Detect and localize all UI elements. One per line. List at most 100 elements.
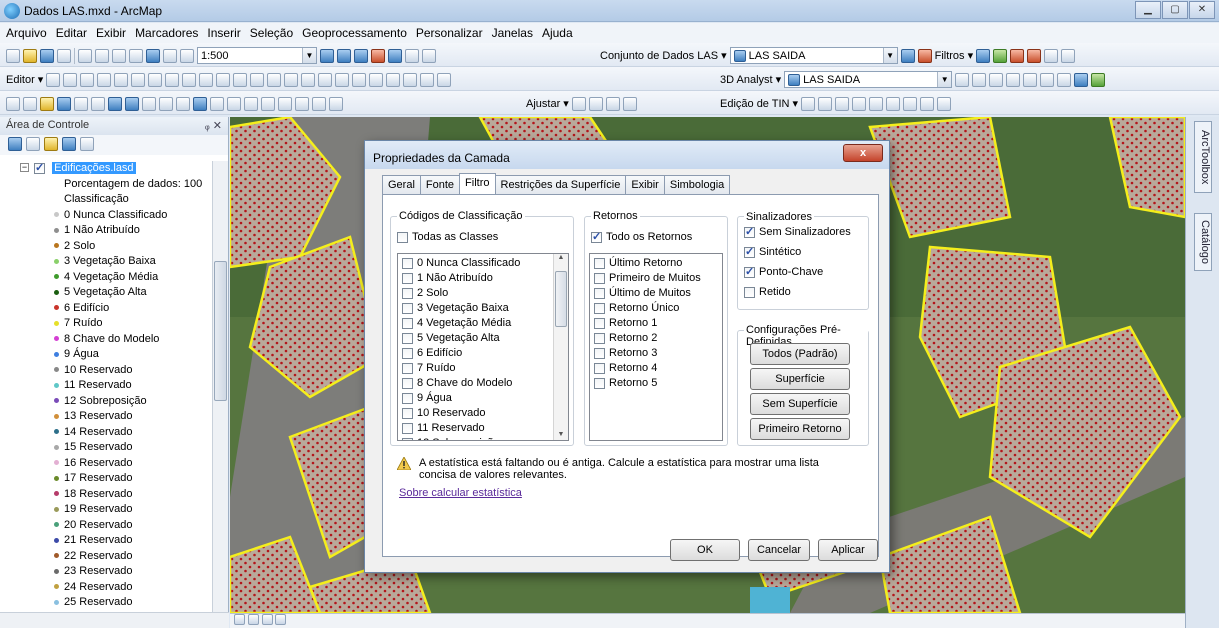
interpolate-line-icon[interactable]: [1023, 72, 1038, 87]
filter-option[interactable]: 1 Não Atribuído: [402, 272, 568, 287]
arcglobe-icon[interactable]: [1091, 72, 1106, 87]
sketch-properties-icon[interactable]: [250, 72, 265, 87]
scroll-down-icon[interactable]: ▼: [554, 431, 568, 438]
class-color-swatch[interactable]: [54, 382, 59, 388]
print-icon[interactable]: [57, 48, 71, 63]
class-color-swatch[interactable]: [54, 506, 59, 512]
filter-option[interactable]: 3 Vegetação Baixa: [402, 302, 568, 317]
flag-option[interactable]: Retido: [744, 286, 851, 306]
delete-edge-icon[interactable]: [920, 96, 935, 111]
modify-node-icon[interactable]: [903, 96, 918, 111]
classification-item[interactable]: 0 Nunca Classificado: [0, 208, 212, 224]
filter-checkbox[interactable]: [402, 272, 413, 284]
classification-item[interactable]: 25 Reservado: [0, 595, 212, 611]
flag-checkbox[interactable]: [744, 286, 755, 298]
list-by-drawing-order-icon[interactable]: [8, 137, 22, 151]
copy-icon[interactable]: [95, 48, 109, 63]
extend-icon[interactable]: [335, 72, 350, 87]
3d-analyst-combo[interactable]: LAS SAIDA ▼: [784, 71, 953, 88]
filter-option[interactable]: Retorno 1: [594, 317, 722, 332]
trace-icon[interactable]: [114, 72, 129, 87]
3d-analyst-dropdown[interactable]: 3D Analyst ▾: [720, 73, 781, 86]
interpolate-polygon-icon[interactable]: [1040, 72, 1055, 87]
classification-item[interactable]: 11 Reservado: [0, 378, 212, 394]
steepest-path-icon[interactable]: [972, 72, 987, 87]
class-color-swatch[interactable]: [54, 227, 59, 233]
toc-icon[interactable]: [337, 48, 351, 63]
tab-filtro[interactable]: Filtro: [459, 173, 496, 194]
flag-option[interactable]: Sintético: [744, 245, 851, 266]
undo-icon[interactable]: [146, 48, 160, 63]
add-data-icon[interactable]: [180, 48, 194, 63]
classification-item[interactable]: 24 Reservado: [0, 580, 212, 596]
filter-option[interactable]: 11 Reservado: [402, 422, 568, 437]
search-window-icon[interactable]: [371, 48, 385, 63]
save-icon[interactable]: [40, 48, 54, 63]
arctoolbox-tab[interactable]: ArcToolbox: [1194, 121, 1212, 193]
dropdown-arrow-icon[interactable]: ▼: [937, 72, 952, 87]
filter-checkbox[interactable]: [594, 272, 605, 284]
filter-option[interactable]: 7 Ruído: [402, 362, 568, 377]
class-color-swatch[interactable]: [54, 367, 59, 373]
edit-tool-icon[interactable]: [46, 72, 61, 87]
classification-item[interactable]: 18 Reservado: [0, 487, 212, 503]
table-icon[interactable]: [386, 72, 401, 87]
python-icon[interactable]: [405, 48, 419, 63]
list-by-visibility-icon[interactable]: [44, 137, 58, 151]
adjust-dropdown[interactable]: Ajustar ▾: [526, 97, 569, 110]
menu-inserir[interactable]: Inserir: [207, 26, 240, 40]
filter-checkbox[interactable]: [594, 362, 605, 374]
class-color-swatch[interactable]: [54, 336, 59, 342]
filter-checkbox[interactable]: [402, 437, 413, 440]
filter-option[interactable]: Retorno 3: [594, 347, 722, 362]
surface-symbology-icon[interactable]: [917, 48, 932, 63]
class-codes-list[interactable]: 0 Nunca Classificado 1 Não Atribuído 2 Sol…: [397, 253, 569, 441]
vertex-snapping-icon[interactable]: [605, 96, 620, 111]
profile-graph-icon[interactable]: [1057, 72, 1072, 87]
tab-exibir[interactable]: Exibir: [625, 175, 665, 194]
point-snapping-icon[interactable]: [571, 96, 586, 111]
filter-option[interactable]: 0 Nunca Classificado: [402, 257, 568, 272]
about-statistics-link[interactable]: Sobre calcular estatística: [399, 487, 522, 499]
dimension-icon[interactable]: [420, 72, 435, 87]
trim-icon[interactable]: [318, 72, 333, 87]
flag-checkbox[interactable]: [744, 265, 755, 278]
apply-button[interactable]: Aplicar: [818, 539, 878, 561]
data-view-icon[interactable]: [247, 614, 259, 625]
filter-option[interactable]: Retorno Único: [594, 302, 722, 317]
class-color-swatch[interactable]: [54, 584, 59, 590]
tin-properties-icon[interactable]: [937, 96, 952, 111]
parcel-icon[interactable]: [369, 72, 384, 87]
grid-icon[interactable]: [403, 72, 418, 87]
measure-tool-icon[interactable]: [244, 96, 258, 111]
class-color-swatch[interactable]: [54, 413, 59, 419]
dropdown-arrow-icon[interactable]: ▼: [882, 48, 897, 63]
filter-checkbox[interactable]: [594, 287, 605, 299]
html-popup-icon[interactable]: [227, 96, 241, 111]
create-features-icon[interactable]: [267, 72, 282, 87]
all-classes-option[interactable]: Todas as Classes: [397, 231, 498, 246]
add-polygon-icon[interactable]: [835, 96, 850, 111]
filter-checkbox[interactable]: [402, 302, 413, 314]
class-color-swatch[interactable]: [54, 429, 59, 435]
filter-option[interactable]: 9 Água: [402, 392, 568, 407]
filter-option[interactable]: Retorno 5: [594, 377, 722, 392]
tab-restricoes[interactable]: Restrições da Superfície: [494, 175, 627, 194]
classification-item[interactable]: 19 Reservado: [0, 502, 212, 518]
class-color-swatch[interactable]: [54, 475, 59, 481]
layer-name[interactable]: Edificações.lasd: [52, 162, 136, 174]
scale-combo[interactable]: 1:500 ▼: [197, 47, 317, 64]
classification-item[interactable]: 6 Edifício: [0, 301, 212, 317]
filter-checkbox[interactable]: [402, 377, 413, 389]
class-list-scrollbar[interactable]: ▲ ▼: [553, 254, 568, 440]
tin-editing-dropdown[interactable]: Edição de TIN ▾: [720, 97, 798, 110]
fixed-zoom-out-icon[interactable]: [91, 96, 105, 111]
filter-checkbox[interactable]: [402, 287, 413, 299]
class-color-swatch[interactable]: [54, 243, 59, 249]
class-color-swatch[interactable]: [54, 599, 59, 605]
editor-dropdown[interactable]: Editor ▾: [6, 73, 43, 86]
class-color-swatch[interactable]: [54, 212, 59, 218]
menu-geoprocessamento[interactable]: Geoprocessamento: [302, 26, 407, 40]
preset-all-button[interactable]: Todos (Padrão): [750, 343, 850, 365]
returns-list[interactable]: Último Retorno Primeiro de Muitos Último d…: [589, 253, 723, 441]
